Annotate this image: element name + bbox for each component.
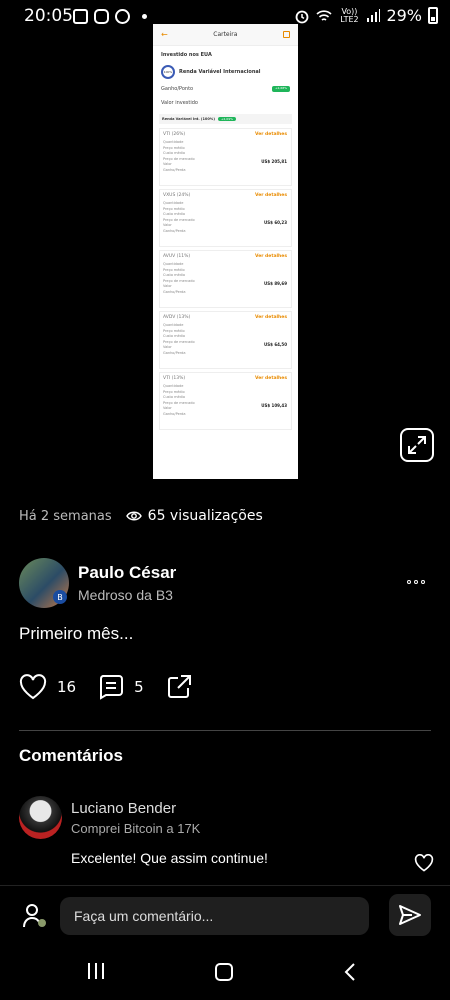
image-asset-rows: Quantidade Preço médio Custo médio Preço de… [163,384,288,417]
status-notification-icons [73,9,147,24]
image-asset-row-label: Ganho/Perda [163,228,186,233]
alarm-icon [296,10,309,23]
image-gain-label: Ganho/Ponto [161,86,194,92]
battery-icon [428,7,438,24]
image-asset-card: AVUV (11%) Ver detalhes Quantidade Preço mé… [159,250,292,308]
image-asset-row-label: Ganho/Perda [163,350,186,355]
status-time: 20:05 [24,6,73,26]
commenter-name[interactable]: Luciano Bender [71,800,176,817]
divider [19,730,431,731]
image-details-link: Ver detalhes [254,193,287,198]
post-views: 65 visualizações [125,508,263,524]
heart-icon [19,674,47,700]
image-gain-row: Ganho/Ponto +2,68% [153,82,298,96]
gallery-icon [73,9,88,24]
pinterest-icon [115,9,130,24]
image-gain-pill: +2,68% [271,86,290,92]
image-asset-rows: Quantidade Preço médio Custo médio Preço de… [163,140,288,173]
image-subgroup-row: Renda Variável Int. (100%) +2,09% [159,114,292,124]
image-asset-value: US$ 205,81 [261,159,287,164]
author-subtitle: Medroso da B3 [78,587,173,603]
status-system-icons: Vo)) LTE2 29% [294,6,438,25]
image-asset-rows: Quantidade Preço médio Custo médio Preço de… [163,262,288,295]
comment-count: 5 [134,678,144,696]
eye-icon [125,511,142,521]
home-icon[interactable] [215,963,233,981]
post-text: Primeiro mês... [19,624,134,643]
comment-like-icon[interactable] [414,854,434,872]
author-info: Paulo César Medroso da B3 [78,563,176,603]
like-button[interactable]: 16 [19,674,76,700]
post-author[interactable]: B Paulo César Medroso da B3 [19,558,176,608]
image-asset-card: VTI (26%) Ver detalhes Quantidade Preço méd… [159,128,292,186]
post-actions: 16 5 [19,674,214,700]
comment-icon [100,675,124,700]
comment-input[interactable] [60,897,369,935]
image-subgroup-label: Renda Variável Int. (100%) [162,117,215,121]
image-asset-rows: Quantidade Preço médio Custo médio Preço de… [163,323,288,356]
image-invested-label: Valor investido [161,100,198,106]
author-badge-icon: B [53,590,67,604]
author-name[interactable]: Paulo César [78,563,176,583]
signal-icon [367,8,381,22]
expand-icon [408,436,426,454]
image-details-link: Ver detalhes [254,132,287,137]
post-time: Há 2 semanas [19,508,112,524]
network-label: Vo)) LTE2 [340,6,359,24]
image-asset-row-label: Ganho/Perda [163,167,186,172]
commenter-avatar[interactable] [19,796,62,839]
back-icon[interactable] [344,962,356,982]
views-count: 65 visualizações [147,508,263,524]
user-icon [23,904,46,928]
share-button[interactable] [166,674,192,700]
post-image[interactable]: ← Carteira Investido nos EUA 100% Renda … [153,24,298,479]
image-asset-value: US$ 109,43 [261,403,287,408]
comment-button[interactable]: 5 [98,674,144,700]
system-nav-bar [0,945,450,1000]
post-meta: Há 2 semanas 65 visualizações [19,508,263,524]
image-subgroup-pill: +2,09% [217,117,236,121]
author-avatar[interactable]: B [19,558,69,608]
image-asset-card: VXUS (24%) Ver detalhes Quantidade Preço mé… [159,189,292,247]
share-icon [167,675,191,698]
instagram-icon [94,9,109,24]
image-asset-row-label: Ganho/Perda [163,411,186,416]
image-group-row: 100% Renda Variável Internacional [153,62,298,82]
image-details-link: Ver detalhes [254,376,287,381]
expand-image-button[interactable] [400,428,434,462]
send-button[interactable] [389,894,431,936]
recent-apps-icon[interactable] [88,963,104,979]
image-title: Carteira [213,31,238,38]
image-back-arrow-icon: ← [161,30,168,39]
battery-percent: 29% [386,6,422,25]
image-asset-row-label: Ganho/Perda [163,289,186,294]
image-asset-rows: Quantidade Preço médio Custo médio Preço de… [163,201,288,234]
wifi-icon [316,9,332,21]
image-header: ← Carteira [153,24,298,46]
image-details-link: Ver detalhes [254,315,287,320]
image-asset-card: VTI (13%) Ver detalhes Quantidade Preço méd… [159,372,292,430]
image-card-list: VTI (26%) Ver detalhes Quantidade Preço méd… [153,128,298,430]
image-asset-card: AVDV (13%) Ver detalhes Quantidade Preço mé… [159,311,292,369]
send-icon [399,905,421,925]
image-asset-value: US$ 64,50 [264,342,287,347]
image-asset-value: US$ 89,69 [264,281,287,286]
image-invested-row: Valor investido [153,96,298,110]
image-asset-value: US$ 60,23 [264,220,287,225]
commenter-subtitle: Comprei Bitcoin a 17K [71,821,201,836]
image-details-link: Ver detalhes [254,254,287,259]
image-group-badge: 100% [161,65,175,79]
notification-dot-icon [142,14,147,19]
comment-composer [0,885,450,945]
more-options-icon[interactable] [407,580,425,584]
like-count: 16 [57,678,77,696]
image-group-name: Renda Variável Internacional [179,69,261,75]
image-home-icon [282,31,290,38]
comments-title: Comentários [19,746,123,765]
comment-text: Excelente! Que assim continue! [71,850,268,866]
image-section-title: Investido nos EUA [161,52,212,58]
